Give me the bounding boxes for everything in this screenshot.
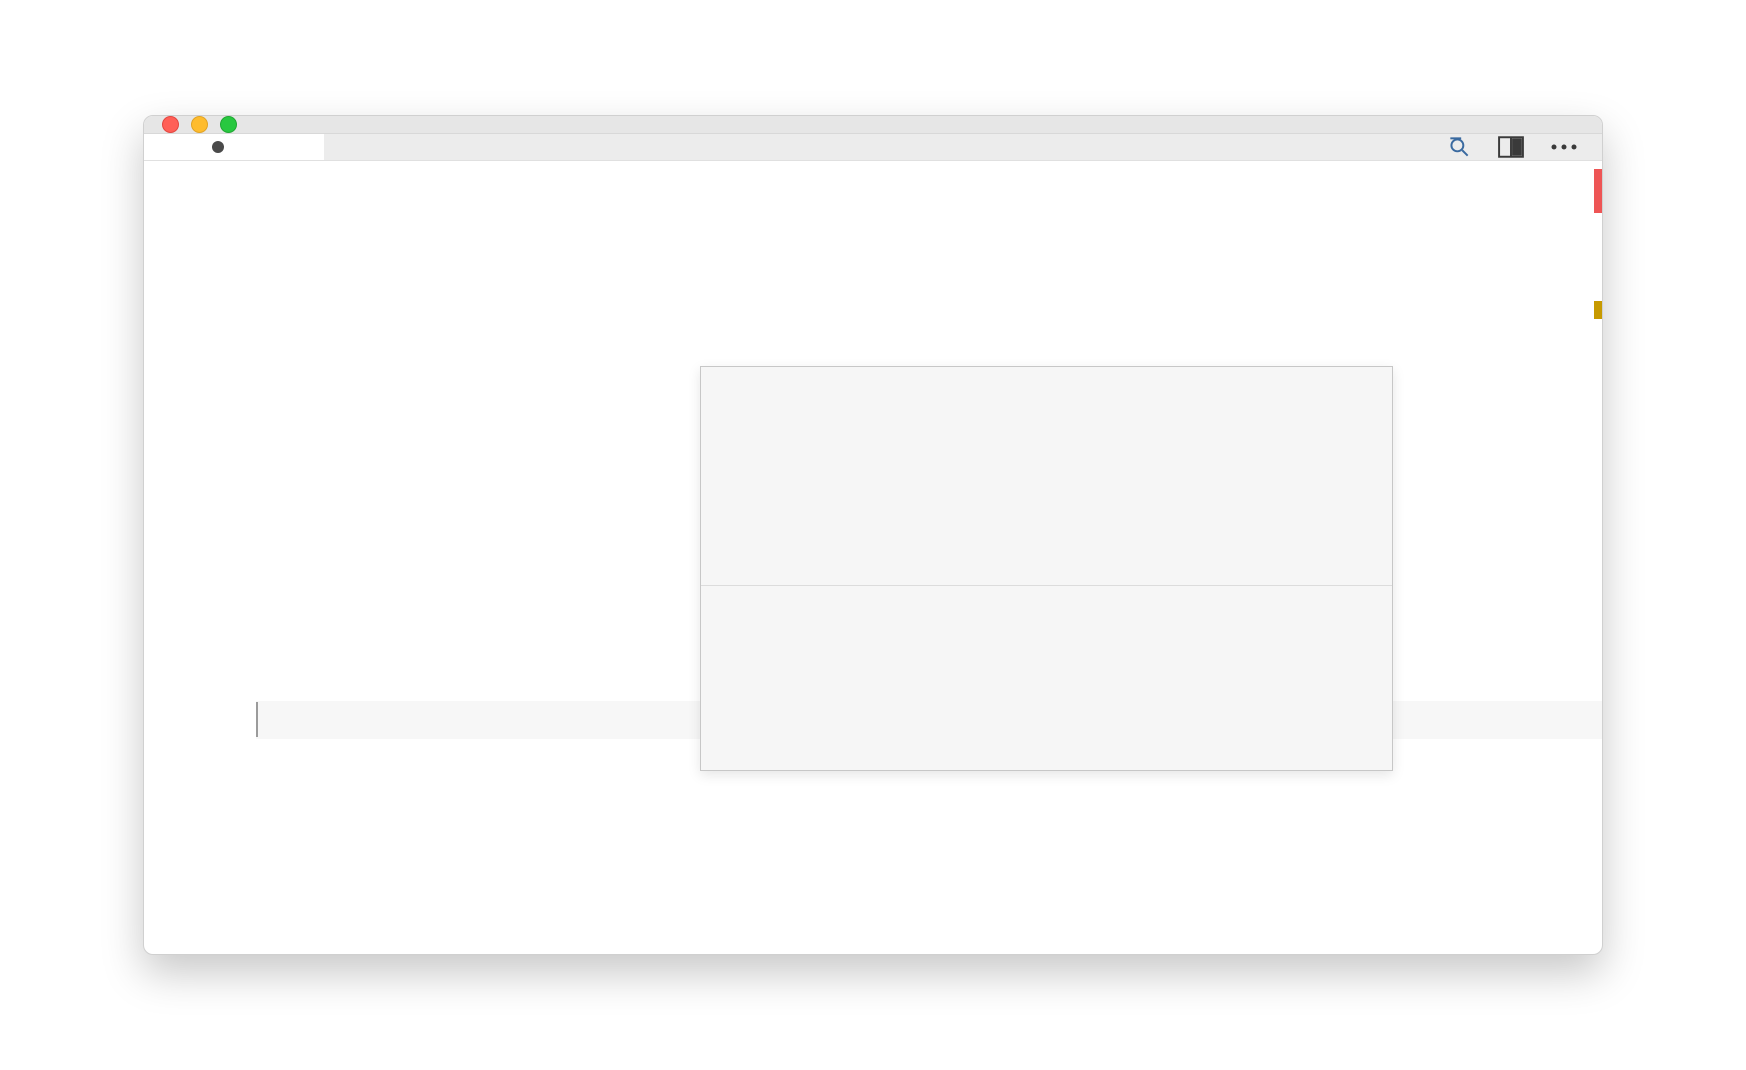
code-area[interactable] <box>256 161 1602 955</box>
warning-marker-icon[interactable] <box>1594 301 1602 319</box>
tab-bar <box>144 134 1602 161</box>
traffic-lights <box>144 116 237 133</box>
line-number <box>144 169 228 207</box>
signature-help-header <box>701 443 1392 586</box>
line-number <box>144 245 228 283</box>
signature-help-popup <box>700 366 1393 771</box>
tab-actions <box>1446 134 1602 160</box>
close-window-icon[interactable] <box>162 116 179 133</box>
signature-help-body <box>701 662 1392 694</box>
line-number <box>144 359 228 397</box>
tab-main-ts[interactable] <box>144 134 324 160</box>
find-replace-icon[interactable] <box>1446 134 1472 160</box>
editor-window <box>143 115 1603 955</box>
more-icon[interactable] <box>1550 141 1578 153</box>
error-marker-icon[interactable] <box>1594 169 1602 213</box>
code-line[interactable] <box>256 245 1602 283</box>
app-frame <box>0 0 1746 1070</box>
line-number <box>144 283 228 321</box>
line-number <box>144 207 228 245</box>
title-bar <box>144 116 1602 134</box>
line-number <box>144 321 228 359</box>
unsaved-indicator-icon <box>212 141 224 153</box>
minimize-window-icon[interactable] <box>191 116 208 133</box>
code-editor[interactable] <box>144 161 1602 955</box>
cursor-position <box>256 702 258 737</box>
line-gutter <box>144 161 256 955</box>
split-editor-icon[interactable] <box>1498 136 1524 158</box>
overview-ruler[interactable] <box>1582 161 1602 955</box>
zoom-window-icon[interactable] <box>220 116 237 133</box>
code-line[interactable] <box>256 815 1602 853</box>
